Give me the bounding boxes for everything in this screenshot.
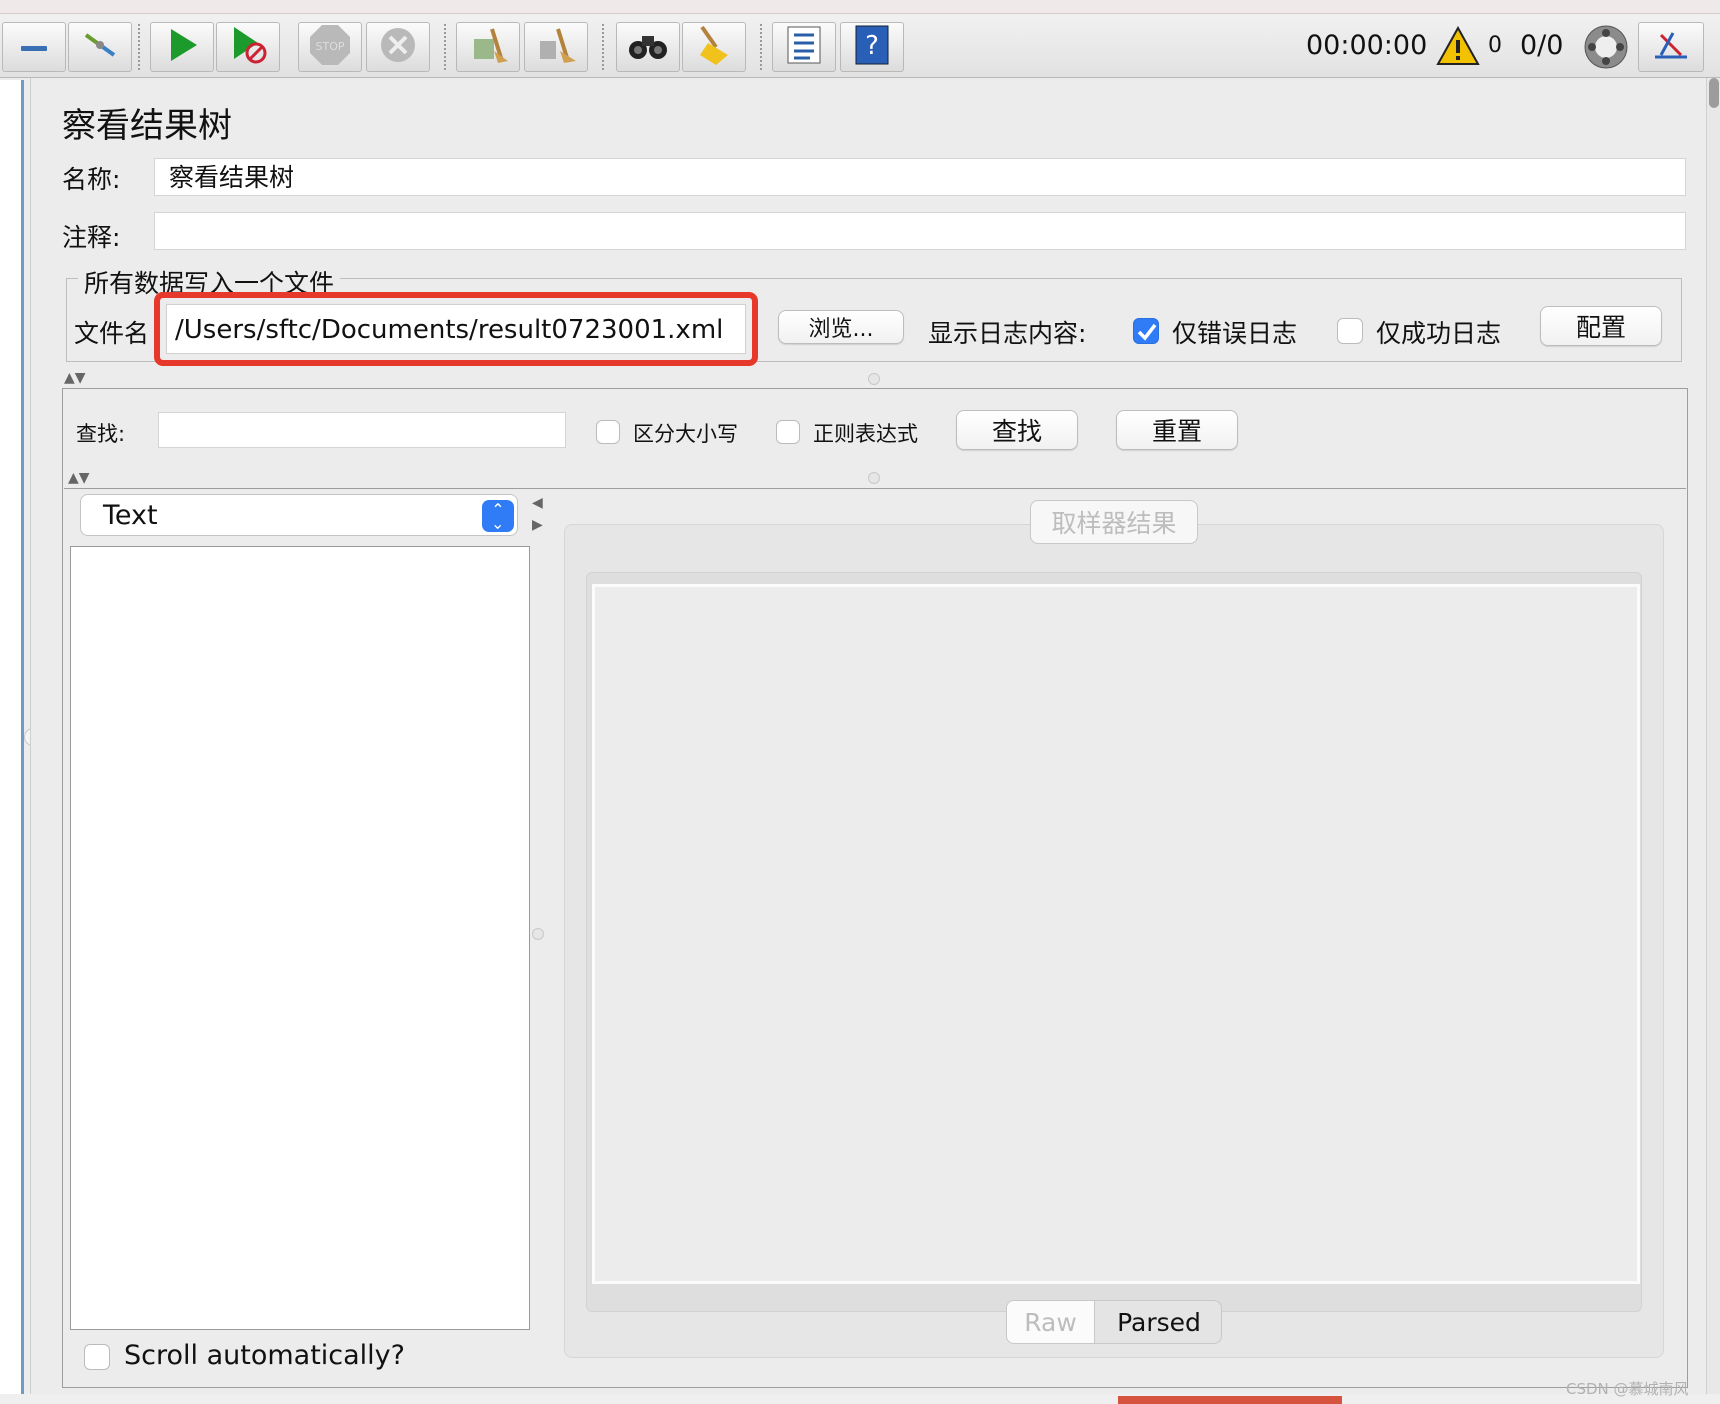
clear-all-button[interactable] [524,22,588,72]
minus-icon [19,38,49,57]
errors-only-label: 仅错误日志 [1172,319,1298,348]
comment-label: 注释: [62,223,121,252]
name-label: 名称: [62,165,121,194]
errors-only-checkbox[interactable] [1133,318,1159,344]
tab-sampler-result[interactable]: 取样器结果 [1030,500,1198,544]
function-helper-icon [784,25,824,69]
configure-button[interactable]: 配置 [1540,306,1662,346]
log-display-label: 显示日志内容: [928,319,1087,348]
filename-input[interactable]: /Users/sftc/Documents/result0723001.xml [166,304,746,354]
case-sensitive-label: 区分大小写 [633,422,738,446]
scrollbar-thumb[interactable] [1709,78,1719,108]
find-button[interactable]: 查找 [956,410,1078,450]
toolbar-separator [602,24,606,70]
success-only-label: 仅成功日志 [1376,319,1502,348]
tab-raw[interactable]: Raw [1007,1301,1095,1343]
results-tree[interactable] [70,546,530,1330]
shutdown-button[interactable] [366,22,430,72]
search-button[interactable] [616,22,680,72]
clear-icon [468,25,508,69]
log-viewer-button[interactable] [1638,22,1704,72]
reset-search-icon [694,25,734,69]
help-icon: ? [854,24,890,70]
split-handle[interactable] [868,472,880,484]
function-helper-button[interactable] [772,22,836,72]
reset-search-button[interactable] [682,22,746,72]
bottom-red-bar [1118,1396,1342,1404]
reset-button[interactable]: 重置 [1116,410,1238,450]
warning-count: 0 [1488,33,1502,58]
toggle-button[interactable] [68,22,132,72]
window-top-strip [0,0,1720,14]
toggle-icon [80,27,120,67]
svg-text:?: ? [865,31,879,61]
remote-icon[interactable] [1582,24,1630,74]
browse-button[interactable]: 浏览... [778,310,904,344]
toolbar: STOP ? 00:00:00 0 0/0 [0,0,1720,78]
help-button[interactable]: ? [840,22,904,72]
bottom-strip [0,1394,1720,1404]
search-label: 查找: [76,422,126,446]
collapse-arrows-icon[interactable]: ▲▼ [68,470,90,486]
shutdown-icon [378,25,418,69]
start-button[interactable] [150,22,214,72]
toolbar-separator [760,24,764,70]
elapsed-timer: 00:00:00 [1306,30,1428,61]
regex-checkbox[interactable] [776,420,800,444]
clear-button[interactable] [456,22,520,72]
watermark: CSDN @慕城南风 [1566,1380,1689,1398]
result-text-area[interactable] [592,584,1640,1284]
stop-icon: STOP [308,23,352,71]
toolbar-separator [444,24,448,70]
scroll-automatically-checkbox[interactable] [84,1344,110,1370]
split-divider-line [64,488,1686,489]
start-no-pauses-button[interactable] [216,22,280,72]
split-handle[interactable] [532,928,544,940]
warning-icon [1436,25,1480,70]
page-title: 察看结果树 [62,106,232,146]
collapse-arrows-icon[interactable]: ▲▼ [64,370,86,386]
log-viewer-icon [1651,27,1691,67]
toolbar-separator [138,24,142,70]
view-mode-toggle: Raw Parsed [1006,1300,1222,1344]
name-input[interactable]: 察看结果树 [154,158,1686,196]
renderer-select[interactable]: Text [80,494,518,536]
filename-label: 文件名 [74,319,150,348]
comment-input[interactable] [154,212,1686,250]
checkmark-icon [1137,323,1157,341]
svg-text:STOP: STOP [316,40,345,53]
chevron-updown-icon[interactable]: ⌃ ⌃ [482,500,514,532]
clear-all-icon [536,25,576,69]
collapse-left-right-icon[interactable]: ◀ ▶ [532,492,543,536]
case-sensitive-checkbox[interactable] [596,420,620,444]
regex-label: 正则表达式 [813,422,918,446]
tree-panel-edge [0,80,24,1400]
success-only-checkbox[interactable] [1337,318,1363,344]
split-handle[interactable] [868,373,880,385]
scroll-automatically-label: Scroll automatically? [124,1340,405,1371]
stop-button[interactable]: STOP [298,22,362,72]
start-icon [165,27,199,67]
tab-parsed[interactable]: Parsed [1095,1301,1221,1343]
collapse-button[interactable] [2,22,66,72]
thread-ratio: 0/0 [1520,30,1564,61]
start-no-pause-icon [228,25,268,69]
search-icon [626,28,670,66]
search-input[interactable] [158,412,566,448]
vertical-scrollbar[interactable] [1706,78,1720,1404]
